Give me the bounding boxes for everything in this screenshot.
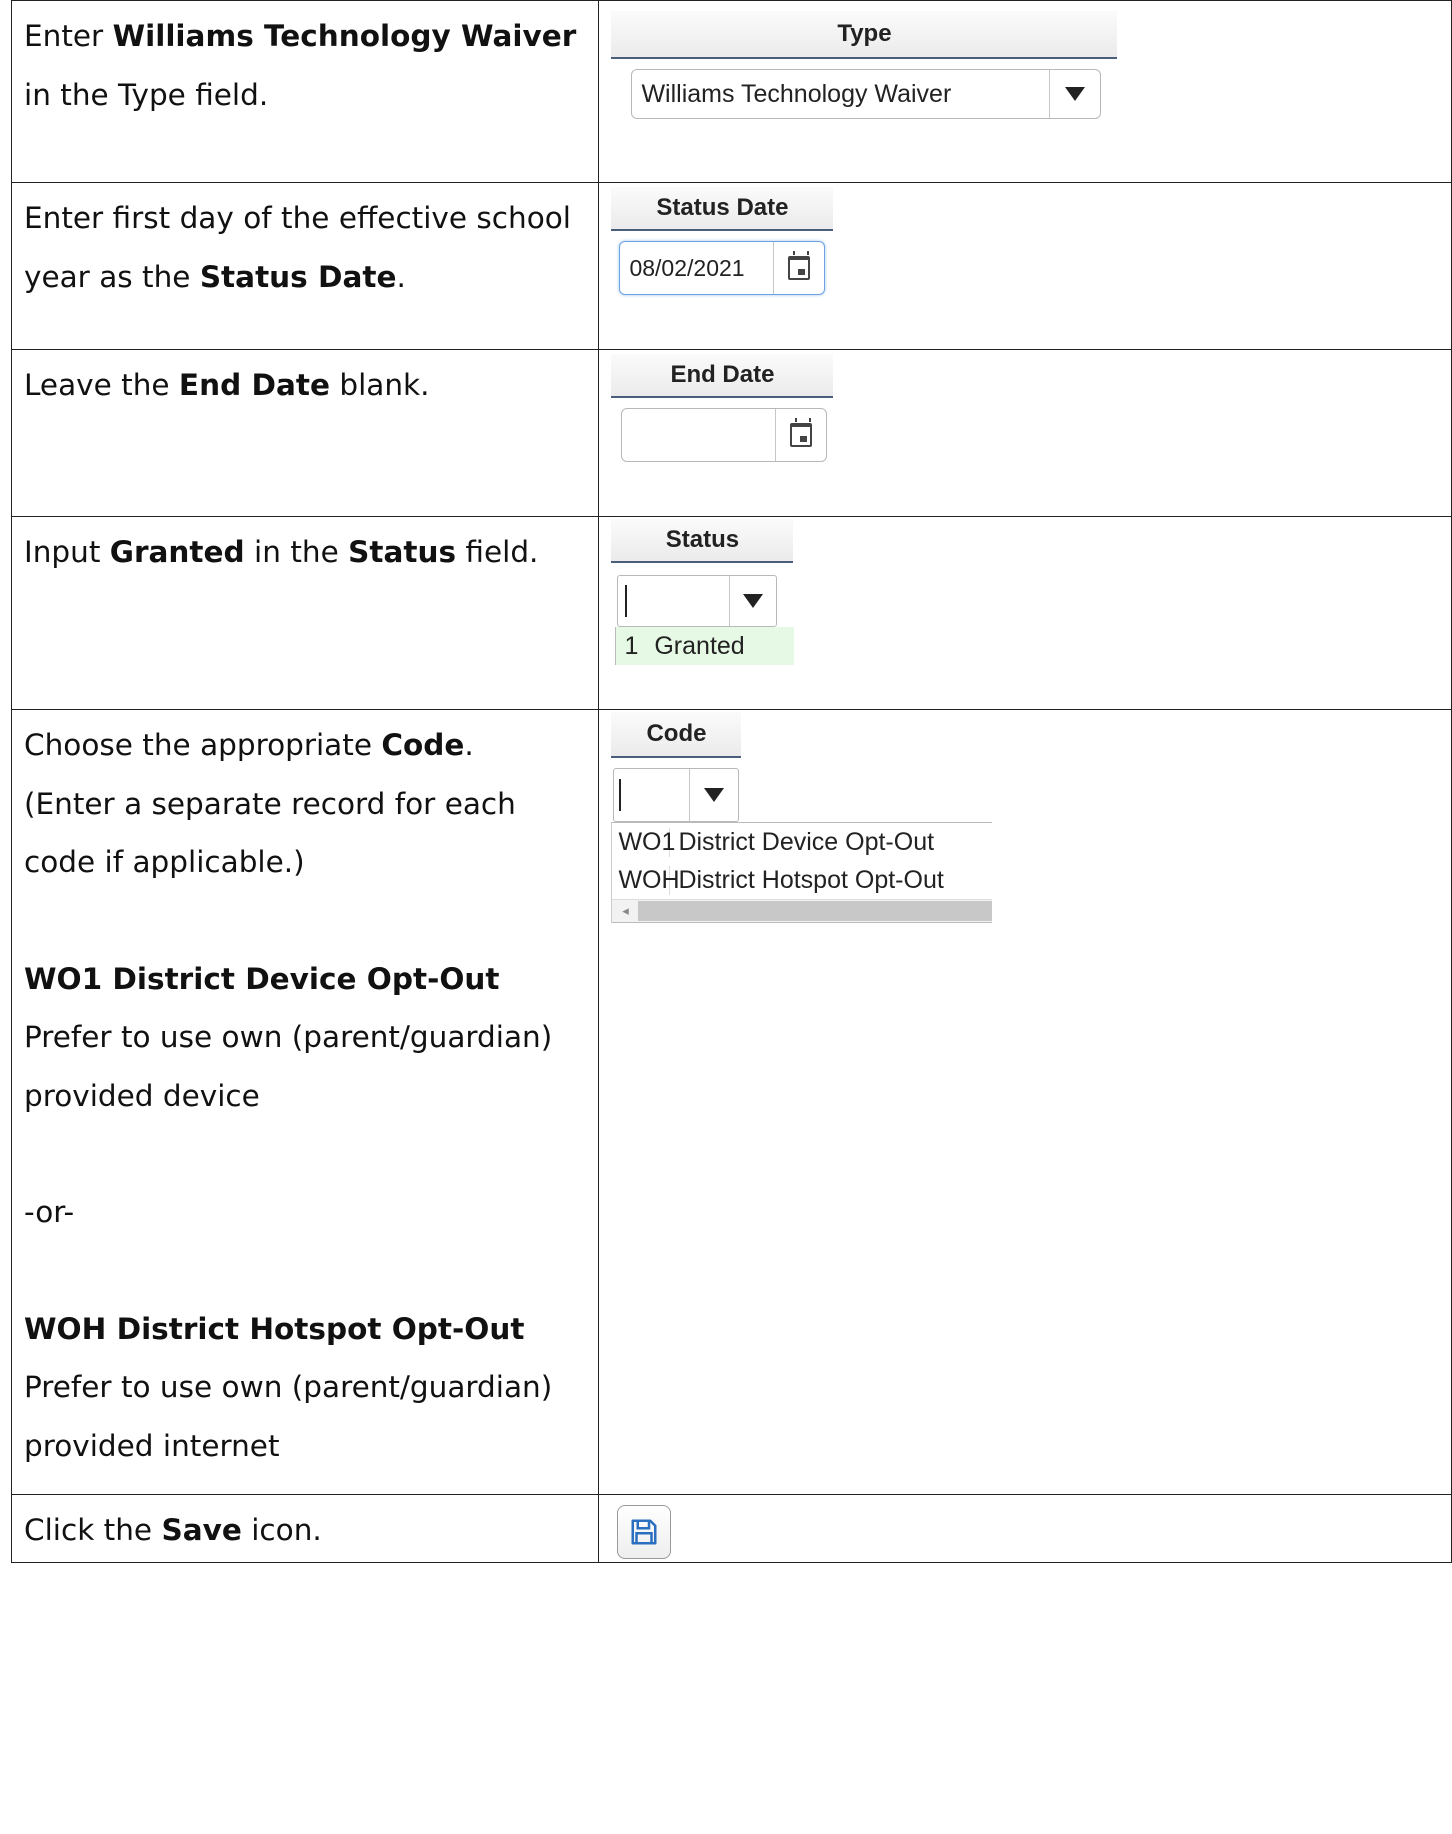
status-column-header: Status	[611, 519, 794, 563]
text-cursor	[625, 585, 628, 617]
status-dropdown-list: 1 Granted	[615, 627, 795, 665]
status-date-column-header: Status Date	[611, 187, 834, 231]
code-option-wo1[interactable]: WO1 District Device Opt-Out	[612, 823, 992, 861]
option-label: Granted	[654, 631, 745, 660]
end-date-input[interactable]	[621, 408, 828, 462]
screenshot-cell	[598, 1494, 1452, 1563]
end-date-column-header: End Date	[611, 354, 834, 398]
save-icon	[631, 1519, 657, 1545]
option-label: District Device Opt-Out	[678, 827, 935, 856]
code-option-woh[interactable]: WOH District Hotspot Opt-Out	[612, 861, 992, 899]
option-code: WO1	[612, 827, 675, 857]
step-row-type: Enter Williams Technology Waiver in the …	[10, 0, 1452, 183]
dropdown-arrow-icon	[743, 594, 764, 608]
code-dropdown-button[interactable]	[689, 769, 738, 821]
code-column-header: Code	[611, 712, 742, 758]
step-row-code: Choose the appropriate Code. (Enter a se…	[10, 709, 1452, 1495]
scroll-left-arrow-icon[interactable]: ◂	[612, 903, 638, 919]
calendar-icon	[790, 418, 813, 447]
instruction-cell: Choose the appropriate Code. (Enter a se…	[10, 709, 600, 1495]
status-option-granted[interactable]: 1 Granted	[616, 627, 794, 665]
option-code: 1	[624, 631, 639, 660]
step-row-status-date: Enter first day of the effective school …	[10, 182, 1452, 350]
code-select-value[interactable]	[614, 769, 689, 821]
type-dropdown-button[interactable]	[1049, 70, 1100, 118]
option1-title: WO1 District Device Opt-Out	[24, 961, 500, 996]
step-row-status: Input Granted in the Status field. Statu…	[10, 516, 1452, 710]
screenshot-cell: Status 1 Granted	[598, 516, 1452, 710]
option-code: WOH	[612, 865, 680, 895]
text-cursor	[619, 779, 622, 811]
option2-title: WOH District Hotspot Opt-Out	[24, 1311, 525, 1346]
status-date-input[interactable]: 08/02/2021	[619, 241, 826, 295]
screenshot-cell: End Date	[598, 349, 1452, 517]
step-row-end-date: Leave the End Date blank. End Date	[10, 349, 1452, 517]
code-instruction-note: (Enter a separate record for each code i…	[24, 786, 516, 880]
horizontal-scrollbar[interactable]: ◂	[612, 899, 993, 923]
instruction-cell: Enter Williams Technology Waiver in the …	[10, 0, 600, 183]
status-dropdown-button[interactable]	[729, 576, 776, 626]
screenshot-cell: Status Date 08/02/2021	[598, 182, 1452, 350]
or-separator: -or-	[24, 1195, 75, 1229]
dropdown-arrow-icon	[704, 788, 725, 802]
screenshot-cell: Type Williams Technology Waiver	[598, 0, 1452, 183]
status-select-value[interactable]	[618, 576, 729, 626]
status-date-calendar-button[interactable]	[773, 242, 824, 294]
instructions-table: Enter Williams Technology Waiver in the …	[10, 0, 1452, 1563]
save-button[interactable]	[617, 1505, 672, 1559]
instruction-cell: Leave the End Date blank.	[10, 349, 600, 517]
instruction-cell: Enter first day of the effective school …	[10, 182, 600, 350]
code-dropdown-list: WO1 District Device Opt-Out WOH District…	[611, 822, 993, 923]
code-instruction-lead: Choose the appropriate Code.	[24, 728, 474, 762]
code-select[interactable]	[613, 768, 740, 822]
type-select[interactable]: Williams Technology Waiver	[631, 69, 1102, 119]
step-row-save: Click the Save icon.	[10, 1494, 1452, 1563]
scrollbar-thumb[interactable]	[638, 901, 993, 921]
end-date-value	[622, 409, 775, 461]
type-column-header: Type	[611, 11, 1118, 59]
option-label: District Hotspot Opt-Out	[678, 865, 944, 894]
calendar-icon	[788, 251, 811, 280]
status-date-value: 08/02/2021	[629, 254, 745, 281]
option1-description: Prefer to use own (parent/guardian) prov…	[24, 1020, 553, 1113]
end-date-calendar-button[interactable]	[775, 409, 826, 461]
instruction-cell: Click the Save icon.	[10, 1494, 600, 1563]
type-select-value: Williams Technology Waiver	[641, 79, 952, 108]
screenshot-cell: Code WO1 District Device Opt-Out WOH Dis…	[598, 709, 1452, 1495]
option2-description: Prefer to use own (parent/guardian) prov…	[24, 1370, 553, 1463]
status-select[interactable]	[617, 575, 778, 627]
instruction-cell: Input Granted in the Status field.	[10, 516, 600, 710]
dropdown-arrow-icon	[1065, 87, 1086, 101]
